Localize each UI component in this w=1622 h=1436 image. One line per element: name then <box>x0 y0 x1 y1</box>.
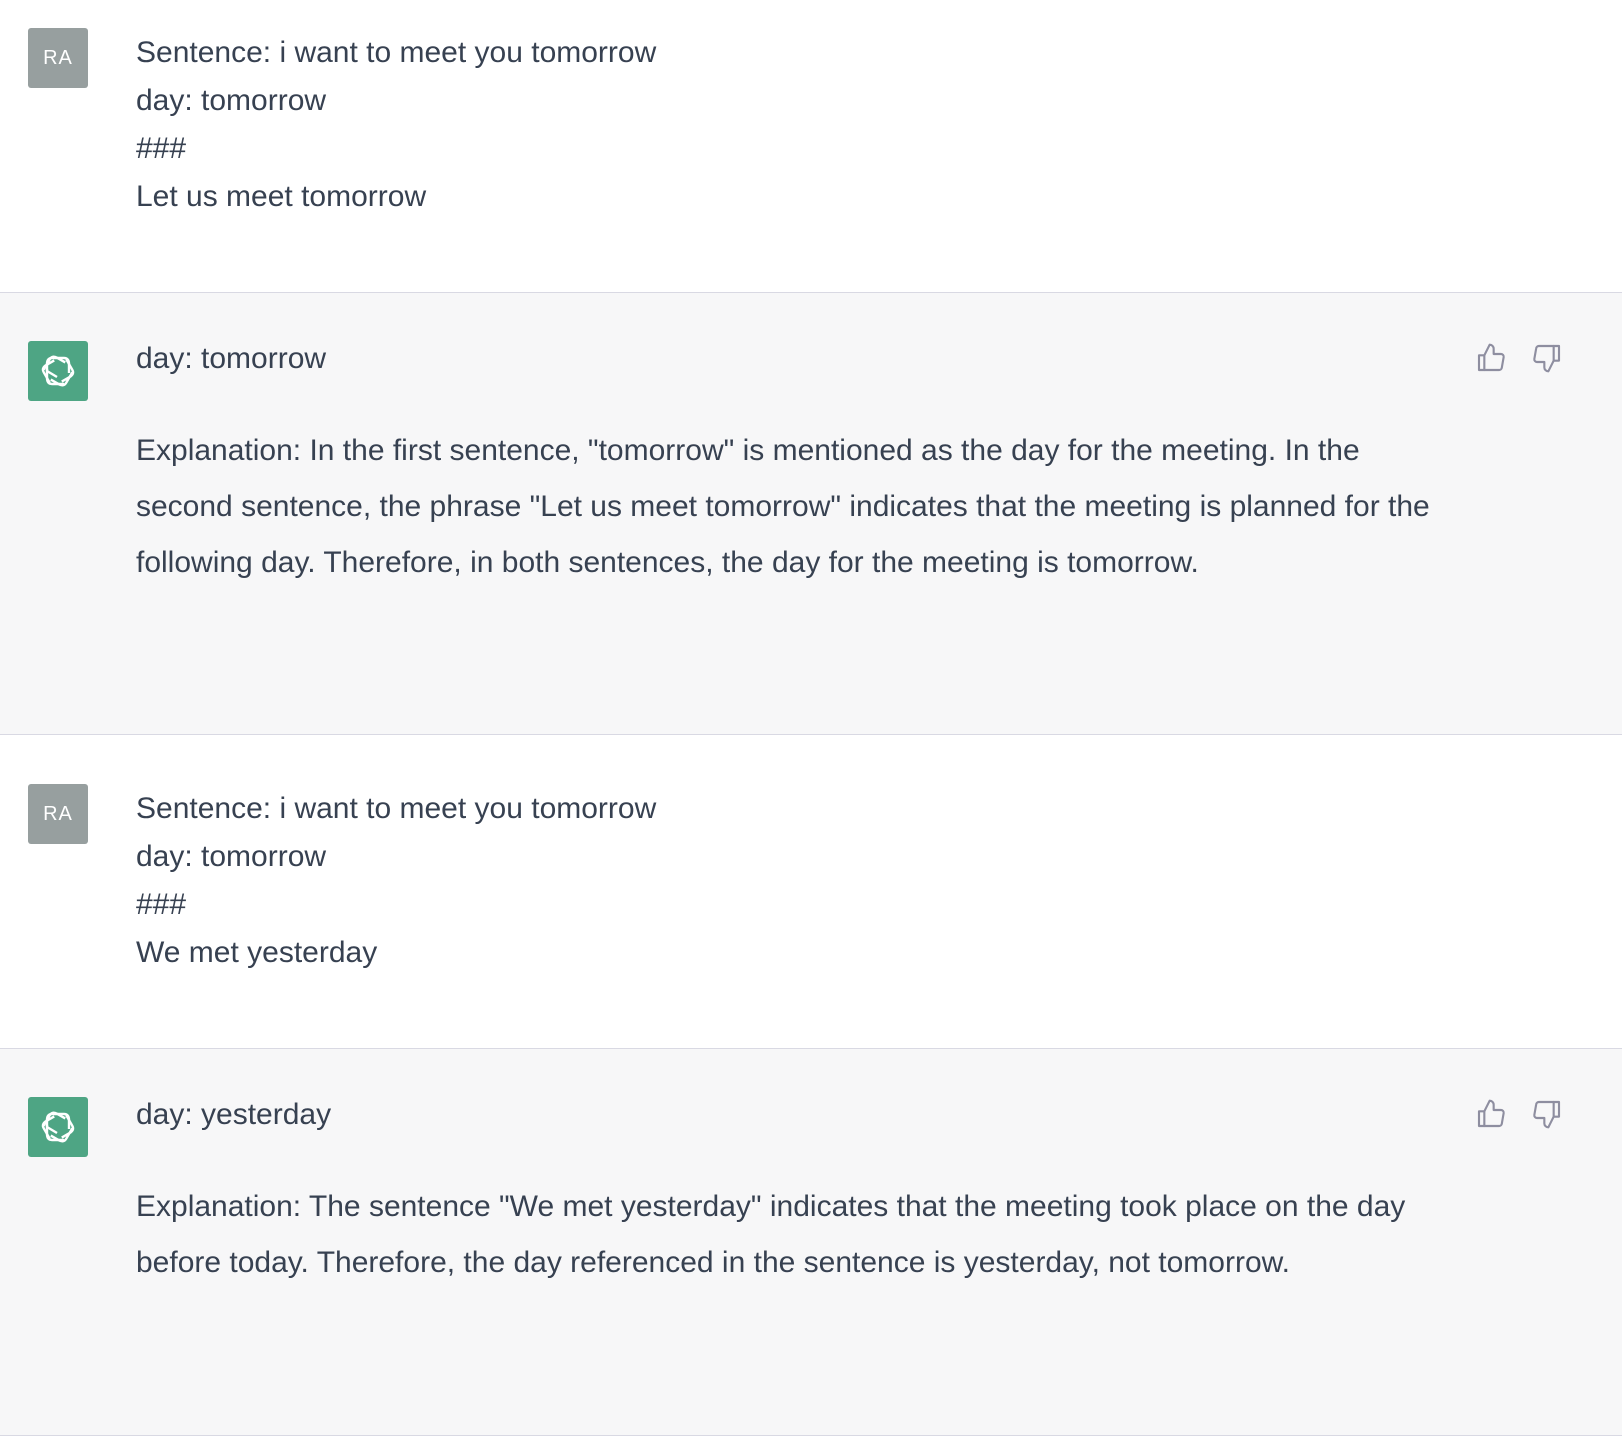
message-line: Sentence: i want to meet you tomorrow <box>136 36 657 69</box>
message-line: We met yesterday <box>136 936 378 969</box>
user-avatar: RA <box>28 28 88 88</box>
user-message: RA Sentence: i want to meet you tomorrow… <box>0 0 1622 293</box>
thumbs-down-icon[interactable] <box>1530 1097 1564 1131</box>
user-message-text: Sentence: i want to meet you tomorrow da… <box>136 785 1446 977</box>
feedback-buttons <box>1474 341 1564 375</box>
thumbs-up-icon[interactable] <box>1474 341 1508 375</box>
user-avatar: RA <box>28 784 88 844</box>
chat-thread: RA Sentence: i want to meet you tomorrow… <box>0 0 1622 1436</box>
assistant-message-text: day: tomorrow Explanation: In the first … <box>136 335 1446 591</box>
avatar-initials: RA <box>43 802 73 825</box>
feedback-buttons <box>1474 1097 1564 1131</box>
explanation-paragraph: Explanation: In the first sentence, "tom… <box>136 434 1430 579</box>
user-message-text: Sentence: i want to meet you tomorrow da… <box>136 29 1446 221</box>
explanation-paragraph: Explanation: The sentence "We met yester… <box>136 1190 1406 1279</box>
assistant-message: day: tomorrow Explanation: In the first … <box>0 293 1622 735</box>
thumbs-up-icon[interactable] <box>1474 1097 1508 1131</box>
message-line: Let us meet tomorrow <box>136 180 427 213</box>
assistant-message-text: day: yesterday Explanation: The sentence… <box>136 1091 1446 1291</box>
openai-logo-icon <box>28 1097 88 1157</box>
message-line: ### <box>136 888 187 921</box>
thumbs-down-icon[interactable] <box>1530 341 1564 375</box>
assistant-message: day: yesterday Explanation: The sentence… <box>0 1049 1622 1436</box>
message-line: Sentence: i want to meet you tomorrow <box>136 792 657 825</box>
answer-line: day: yesterday <box>136 1098 332 1131</box>
avatar-initials: RA <box>43 46 73 69</box>
message-line: day: tomorrow <box>136 84 327 117</box>
user-message: RA Sentence: i want to meet you tomorrow… <box>0 735 1622 1049</box>
openai-logo-icon <box>28 341 88 401</box>
message-line: day: tomorrow <box>136 840 327 873</box>
message-line: ### <box>136 132 187 165</box>
answer-line: day: tomorrow <box>136 342 327 375</box>
